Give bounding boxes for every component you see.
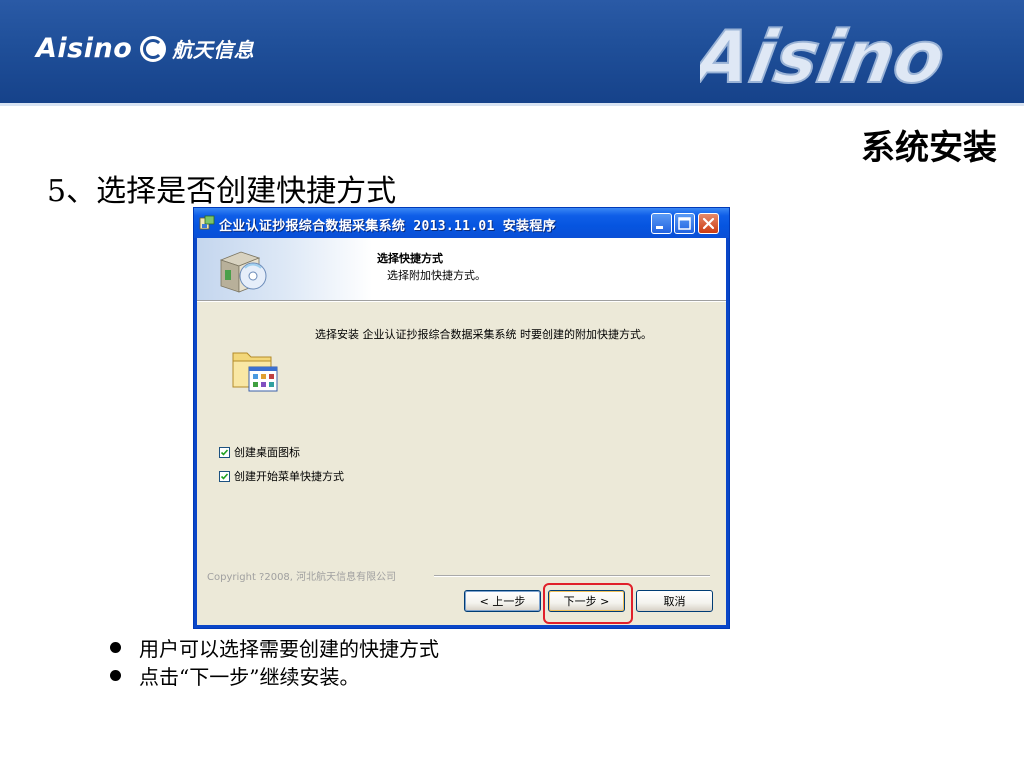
maximize-icon <box>678 217 691 230</box>
bullet-list: 用户可以选择需要创建的快捷方式 点击“下一步”继续安装。 <box>110 633 439 689</box>
minimize-icon <box>656 226 663 229</box>
window-titlebar[interactable]: 企业认证抄报综合数据采集系统 2013.11.01 安装程序 <box>194 208 729 238</box>
desktop-icon-option[interactable]: 创建桌面图标 <box>219 444 300 460</box>
bullet-item: 点击“下一步”继续安装。 <box>110 661 439 689</box>
next-button-highlight <box>543 583 633 624</box>
checkmark-icon <box>220 472 229 480</box>
slide-banner: Aisino 航天信息 Aisino <box>0 0 1024 103</box>
bullet-dot-icon <box>110 669 121 681</box>
bullet-item: 用户可以选择需要创建的快捷方式 <box>110 633 439 661</box>
copyright-text: Copyright ?2008, 河北航天信息有限公司 <box>207 572 397 583</box>
wizard-page-subtitle: 选择附加快捷方式。 <box>387 269 486 282</box>
desktop-icon-checkbox[interactable] <box>219 446 230 458</box>
start-menu-label: 创建开始菜单快捷方式 <box>234 470 344 483</box>
minimize-button[interactable] <box>651 213 672 234</box>
cancel-button[interactable]: 取消 <box>636 590 713 612</box>
back-button[interactable]: < 上一步 <box>464 590 541 612</box>
aisino-logo: Aisino 航天信息 <box>36 33 254 64</box>
aisino-emblem-icon <box>140 35 167 62</box>
close-icon <box>702 217 715 230</box>
brand-large: Aisino <box>700 17 945 98</box>
setup-app-icon <box>199 215 215 230</box>
close-button[interactable] <box>698 213 719 234</box>
brand-latin: Aisino <box>36 33 133 64</box>
bullet-text: 用户可以选择需要创建的快捷方式 <box>139 636 439 661</box>
wizard-page-title: 选择快捷方式 <box>377 252 443 265</box>
wizard-header: 选择快捷方式 选择附加快捷方式。 <box>197 238 726 301</box>
dialog-client-area: 选择快捷方式 选择附加快捷方式。 选择安装 企业认证抄报综合数据采集系统 时要创… <box>197 238 726 625</box>
bullet-text: 点击“下一步”继续安装。 <box>139 664 360 689</box>
installer-window: 企业认证抄报综合数据采集系统 2013.11.01 安装程序 选择快捷方式 选择… <box>194 208 729 628</box>
shortcut-folder-icon <box>232 352 278 392</box>
desktop-icon-label: 创建桌面图标 <box>234 446 300 459</box>
section-title: 系统安装 <box>861 128 997 168</box>
banner-divider <box>0 103 1024 106</box>
footer-divider <box>434 575 710 577</box>
installer-box-icon <box>219 251 267 293</box>
step-title: 5、选择是否创建快捷方式 <box>47 174 397 209</box>
maximize-button[interactable] <box>674 213 695 234</box>
checkmark-icon <box>220 448 229 456</box>
window-title: 企业认证抄报综合数据采集系统 2013.11.01 安装程序 <box>219 219 556 234</box>
aisino-large-logo: Aisino <box>700 16 945 98</box>
start-menu-checkbox[interactable] <box>219 470 230 482</box>
description-text: 选择安装 企业认证抄报综合数据采集系统 时要创建的附加快捷方式。 <box>315 328 652 341</box>
start-menu-option[interactable]: 创建开始菜单快捷方式 <box>219 468 344 484</box>
brand-cn: 航天信息 <box>172 38 255 62</box>
bullet-dot-icon <box>110 641 121 653</box>
